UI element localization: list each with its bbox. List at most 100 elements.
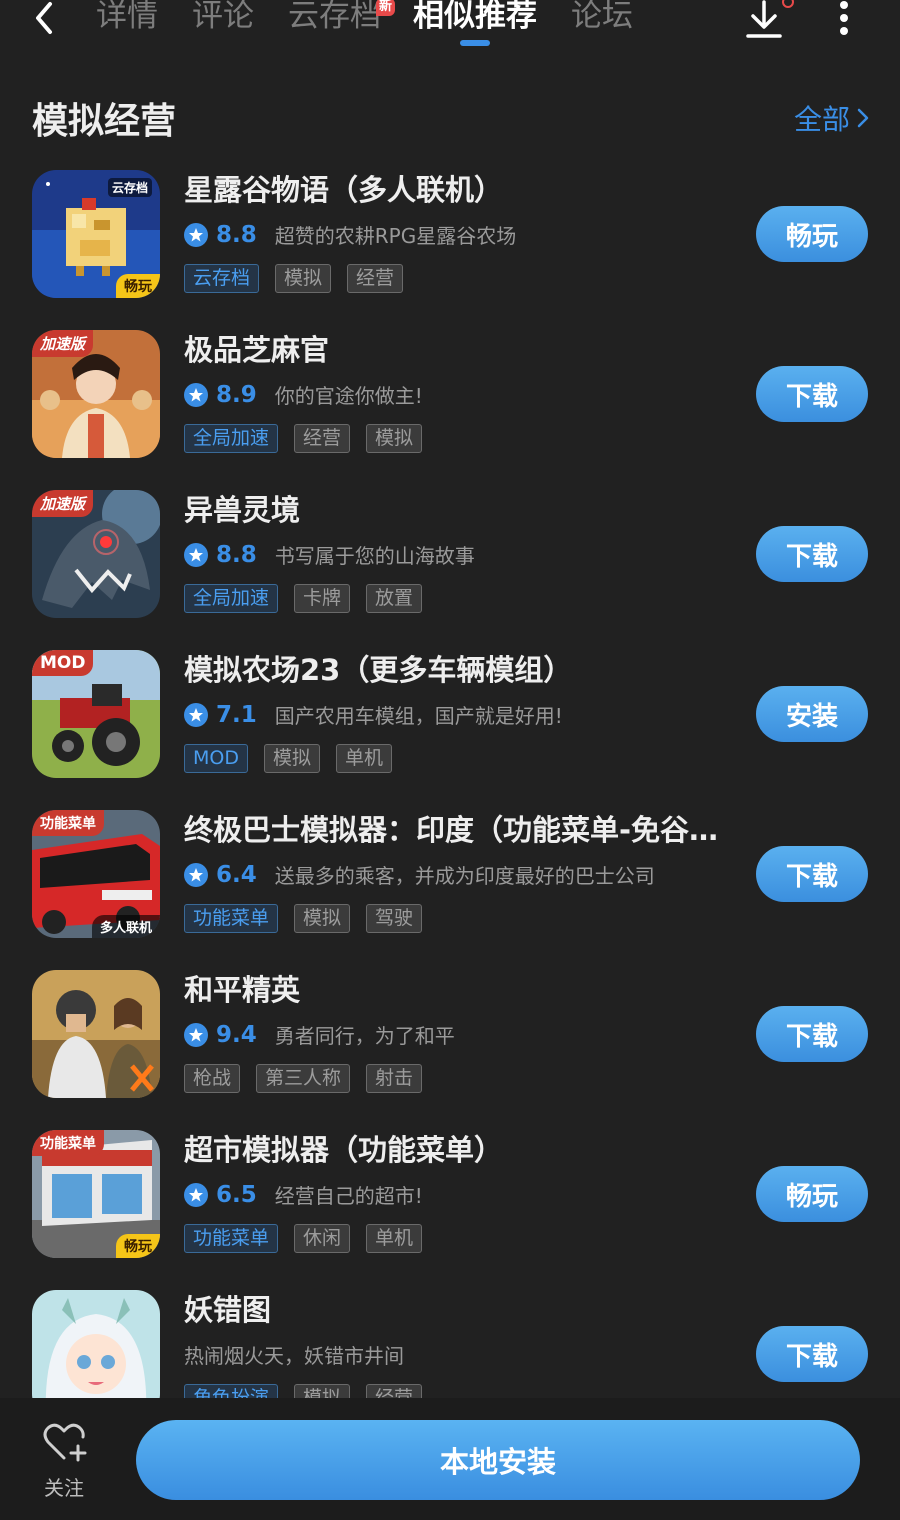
- app-tag: 单机: [366, 1224, 423, 1253]
- tab-comments[interactable]: 评论: [192, 0, 254, 38]
- app-tag: 休闲: [294, 1224, 351, 1253]
- app-item[interactable]: 加速版 极品芝麻官 8.9 你的官途你做主! 全局加速 经营 模拟 下载: [0, 326, 900, 486]
- app-score: 8.8: [216, 221, 257, 248]
- app-tag: 枪战: [184, 1064, 241, 1093]
- app-item[interactable]: 加速版 异兽灵境 8.8 书写属于您的山海故事 全局加速 卡牌 放置 下载: [0, 486, 900, 646]
- app-icon-peacekeeper: [32, 970, 160, 1098]
- rating-star-icon: [184, 702, 208, 727]
- new-badge: 新: [375, 0, 395, 16]
- app-name[interactable]: 超市模拟器（功能菜单）: [184, 1130, 503, 1170]
- download-button[interactable]: 下载: [756, 526, 868, 582]
- app-tags: 角色扮演 模拟 经营: [184, 1384, 438, 1398]
- heart-plus-icon: [43, 1423, 87, 1462]
- app-tag: 全局加速: [184, 584, 279, 613]
- app-tag: 模拟: [294, 904, 351, 933]
- section-title: 模拟经营: [32, 101, 177, 142]
- app-icon-yishou: 加速版: [32, 490, 160, 618]
- back-arrow-icon[interactable]: [26, 0, 66, 40]
- app-name[interactable]: 异兽灵境: [184, 490, 300, 530]
- cloud-save-corner-badge: 云存档: [107, 178, 152, 197]
- app-tag: 射击: [366, 1064, 423, 1093]
- bottom-action-bar: 关注 本地安装: [0, 1398, 900, 1520]
- app-item[interactable]: 功能菜单 多人联机 终极巴士模拟器：印度（功能菜单-免谷歌... 6.4 送最多…: [0, 806, 900, 966]
- install-button[interactable]: 安装: [756, 686, 868, 742]
- app-tag: 模拟: [366, 424, 423, 453]
- download-notification-dot: [782, 0, 794, 8]
- view-all-label: 全部: [793, 103, 850, 136]
- multiplayer-corner-badge: 多人联机: [91, 915, 160, 938]
- app-tag: 模拟: [275, 264, 332, 293]
- app-desc: 送最多的乘客，并成为印度最好的巴士公司: [274, 864, 655, 888]
- download-icon[interactable]: [744, 0, 784, 42]
- app-desc: 你的官途你做主!: [274, 384, 423, 408]
- download-button[interactable]: 下载: [756, 366, 868, 422]
- rating-star-icon: [184, 1022, 208, 1047]
- app-tag: MOD: [184, 744, 248, 773]
- feature-menu-corner-badge: 功能菜单: [32, 1130, 104, 1156]
- app-icon-yaocuotu: [32, 1290, 160, 1398]
- app-tags: 全局加速 卡牌 放置: [184, 584, 438, 613]
- app-name[interactable]: 妖错图: [184, 1290, 271, 1330]
- app-icon-stardew: 云存档 畅玩: [32, 170, 160, 298]
- app-meta: 热闹烟火天，妖错市井间: [184, 1340, 404, 1369]
- tab-cloud-save[interactable]: 云存档 新: [288, 0, 395, 38]
- active-tab-indicator: [460, 40, 490, 46]
- app-item[interactable]: MOD 模拟农场23（更多车辆模组） 7.1 国产农用车模组，国产就是好用! M…: [0, 646, 900, 806]
- app-score: 7.1: [216, 701, 257, 728]
- feature-menu-corner-badge: 功能菜单: [32, 810, 104, 836]
- tab-similar[interactable]: 相似推荐: [413, 0, 537, 46]
- app-desc: 勇者同行，为了和平: [274, 1024, 455, 1048]
- app-tag: 经营: [347, 264, 404, 293]
- app-meta: 9.4 勇者同行，为了和平: [184, 1020, 455, 1049]
- rating-star-icon: [184, 1182, 208, 1207]
- tab-details[interactable]: 详情: [96, 0, 158, 38]
- tab-cloud-save-label: 云存档: [288, 0, 381, 34]
- app-name[interactable]: 星露谷物语（多人联机）: [184, 170, 503, 210]
- app-item[interactable]: 云存档 畅玩 星露谷物语（多人联机） 8.8 超赞的农耕RPG星露谷农场 云存档…: [0, 166, 900, 326]
- app-icon-jipin: 加速版: [32, 330, 160, 458]
- app-name[interactable]: 模拟农场23（更多车辆模组）: [184, 650, 572, 690]
- app-meta: 6.5 经营自己的超市!: [184, 1180, 423, 1209]
- app-name[interactable]: 和平精英: [184, 970, 300, 1010]
- app-tag: 单机: [336, 744, 393, 773]
- app-tag: 放置: [366, 584, 423, 613]
- speedup-corner-badge: 加速版: [32, 490, 94, 517]
- app-score: 6.5: [216, 1181, 257, 1208]
- app-tag: 模拟: [294, 1384, 351, 1398]
- more-options-icon[interactable]: [836, 0, 852, 36]
- play-button[interactable]: 畅玩: [756, 206, 868, 262]
- view-all-link[interactable]: 全部: [794, 98, 870, 138]
- rating-star-icon: [184, 222, 208, 247]
- app-meta: 7.1 国产农用车模组，国产就是好用!: [184, 700, 563, 729]
- app-meta: 8.8 书写属于您的山海故事: [184, 540, 475, 569]
- follow-button[interactable]: 关注: [34, 1420, 94, 1501]
- app-desc: 国产农用车模组，国产就是好用!: [274, 704, 563, 728]
- app-tag: 经营: [294, 424, 351, 453]
- app-tag: 卡牌: [294, 584, 351, 613]
- local-install-button[interactable]: 本地安装: [136, 1420, 860, 1500]
- app-tag: 驾驶: [366, 904, 423, 933]
- play-corner-badge: 畅玩: [116, 274, 160, 298]
- app-tag: 全局加速: [184, 424, 279, 453]
- play-button[interactable]: 畅玩: [756, 1166, 868, 1222]
- download-button[interactable]: 下载: [756, 1326, 868, 1382]
- app-score: 6.4: [216, 861, 257, 888]
- app-item[interactable]: 功能菜单 畅玩 超市模拟器（功能菜单） 6.5 经营自己的超市! 功能菜单 休闲…: [0, 1126, 900, 1286]
- app-name[interactable]: 极品芝麻官: [184, 330, 329, 370]
- app-meta: 8.9 你的官途你做主!: [184, 380, 423, 409]
- app-tag: 第三人称: [256, 1064, 351, 1093]
- app-item[interactable]: 妖错图 热闹烟火天，妖错市井间 角色扮演 模拟 经营 下载: [0, 1286, 900, 1398]
- app-tag: 经营: [366, 1384, 423, 1398]
- app-tag: 角色扮演: [184, 1384, 279, 1398]
- tab-forum[interactable]: 论坛: [571, 0, 633, 38]
- app-tags: 功能菜单 模拟 驾驶: [184, 904, 438, 933]
- play-corner-badge: 畅玩: [116, 1234, 160, 1258]
- app-tag: 功能菜单: [184, 1224, 279, 1253]
- app-name[interactable]: 终极巴士模拟器：印度（功能菜单-免谷歌...: [184, 810, 724, 850]
- app-meta: 6.4 送最多的乘客，并成为印度最好的巴士公司: [184, 860, 655, 889]
- download-button[interactable]: 下载: [756, 846, 868, 902]
- app-desc: 热闹烟火天，妖错市井间: [184, 1344, 404, 1368]
- download-button[interactable]: 下载: [756, 1006, 868, 1062]
- app-item[interactable]: 和平精英 9.4 勇者同行，为了和平 枪战 第三人称 射击 下载: [0, 966, 900, 1126]
- app-meta: 8.8 超赞的农耕RPG星露谷农场: [184, 220, 516, 249]
